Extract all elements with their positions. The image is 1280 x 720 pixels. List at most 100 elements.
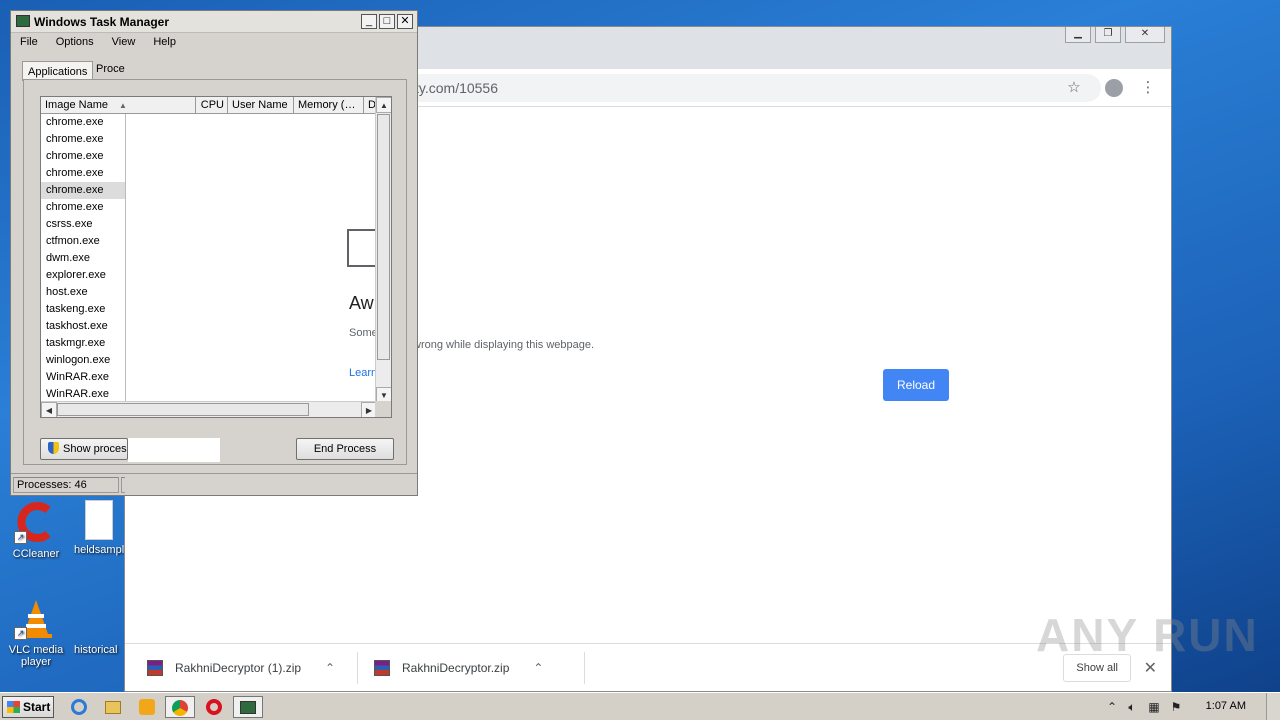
folder-icon (105, 701, 121, 714)
column-memory[interactable]: Memory (… (294, 97, 364, 114)
tray-expand-icon[interactable]: ⌃ (1104, 699, 1120, 715)
process-row[interactable]: chrome.exe (41, 182, 125, 199)
menu-view[interactable]: View (103, 34, 145, 52)
file-icon (85, 500, 113, 540)
process-row[interactable]: host.exe (41, 284, 125, 301)
more-menu-icon[interactable]: ⋮ (1139, 79, 1157, 97)
process-row[interactable]: taskeng.exe (41, 301, 125, 318)
status-bar: Processes: 46 (11, 473, 417, 495)
media-player-icon (139, 699, 155, 715)
tab-processes[interactable]: Proce (91, 59, 130, 79)
scroll-up-icon[interactable]: ▲ (376, 97, 391, 113)
process-row[interactable]: csrss.exe (41, 216, 125, 233)
column-user-name[interactable]: User Name (228, 97, 294, 114)
taskbar-chrome[interactable] (165, 696, 195, 718)
desktop-icon-heldsampl[interactable]: heldsampl (74, 500, 124, 556)
desktop-icon-label: historical (74, 644, 118, 656)
process-list[interactable]: Image Name ▲ CPU User Name Memory (… D c… (40, 96, 392, 418)
process-row[interactable]: chrome.exe (41, 114, 125, 131)
task-manager-titlebar: Windows Task Manager _ □ ✕ (11, 11, 417, 33)
process-row[interactable]: WinRAR.exe (41, 369, 125, 386)
action-center-flag-icon[interactable]: ⚑ (1168, 699, 1184, 715)
sort-up-icon: ▲ (119, 101, 127, 110)
occluding-blank (128, 438, 220, 462)
download-item[interactable]: RakhniDecryptor (1).zip ⌃ (147, 644, 335, 692)
download-item[interactable]: RakhniDecryptor.zip ⌃ (374, 644, 543, 692)
volume-icon[interactable]: 🔈︎ (1124, 699, 1140, 715)
minimize-button[interactable]: _ (361, 14, 377, 29)
winrar-zip-icon (147, 660, 163, 676)
process-row[interactable]: chrome.exe (41, 131, 125, 148)
end-process-button[interactable]: End Process (296, 438, 394, 460)
task-manager-window: Windows Task Manager _ □ ✕ File Options … (10, 10, 418, 496)
scrollbar-corner (375, 401, 391, 417)
column-divider (125, 114, 126, 404)
download-separator (357, 652, 358, 684)
process-row[interactable]: chrome.exe (41, 165, 125, 182)
window-controls: ▁ ❐ ✕ (1065, 27, 1165, 43)
column-cpu[interactable]: CPU (196, 97, 228, 114)
download-filename: RakhniDecryptor.zip (402, 661, 510, 675)
show-desktop-button[interactable] (1266, 693, 1280, 720)
desktop-icon-historical[interactable]: historical (74, 600, 124, 656)
menu-file[interactable]: File (11, 34, 47, 52)
download-shelf: RakhniDecryptor (1).zip ⌃ RakhniDecrypto… (125, 643, 1171, 691)
process-rows: chrome.exe chrome.exe chrome.exe chrome.exe… (41, 114, 125, 403)
chevron-up-icon[interactable]: ⌃ (533, 661, 543, 675)
process-row[interactable]: chrome.exe (41, 148, 125, 165)
list-header: Image Name ▲ CPU User Name Memory (… D (41, 97, 378, 114)
background-text: Learn (349, 367, 378, 379)
anyrun-watermark: ANY RUN (1036, 609, 1259, 661)
minimize-button[interactable]: ▁ (1065, 27, 1091, 43)
start-button[interactable]: Start (2, 696, 54, 718)
chevron-up-icon[interactable]: ⌃ (325, 661, 335, 675)
desktop-icon-label: CCleaner (12, 548, 60, 560)
tab-applications[interactable]: Applications (22, 61, 94, 81)
desktop-icon-vlc[interactable]: ↗ VLC media player (6, 596, 66, 668)
maximize-button[interactable]: □ (379, 14, 395, 29)
profile-avatar-icon[interactable] (1105, 79, 1123, 97)
tab-panel: Image Name ▲ CPU User Name Memory (… D c… (23, 79, 407, 465)
bookmark-star-icon[interactable]: ☆ (1065, 79, 1083, 97)
process-row[interactable]: chrome.exe (41, 199, 125, 216)
process-row[interactable]: ctfmon.exe (41, 233, 125, 250)
file-icon (85, 600, 113, 640)
system-tray: ⌃ 🔈︎ ▦ ⚑ 1:07 AM (1100, 693, 1280, 720)
horizontal-scrollbar[interactable]: ◀ ▶ (41, 401, 377, 417)
show-processes-button[interactable]: Show proces (40, 438, 128, 460)
error-text-end: nt wrong while displaying this webpage. (400, 339, 595, 351)
shield-icon (48, 442, 59, 454)
column-image-name[interactable]: Image Name ▲ (41, 97, 196, 114)
background-text: Aw (349, 293, 374, 313)
clock[interactable]: 1:07 AM (1206, 700, 1246, 712)
process-row[interactable]: taskmgr.exe (41, 335, 125, 352)
restore-button[interactable]: ❐ (1095, 27, 1121, 43)
vlc-cone-icon: ↗ (14, 596, 58, 640)
menu-help[interactable]: Help (144, 34, 185, 52)
process-row[interactable]: winlogon.exe (41, 352, 125, 369)
download-filename: RakhniDecryptor (1).zip (175, 661, 302, 675)
column-label: Image Name (45, 99, 108, 111)
vertical-scrollbar[interactable]: ▲ ▼ (375, 97, 391, 403)
taskbar-opera[interactable] (199, 696, 229, 718)
taskbar-media-player[interactable] (132, 696, 162, 718)
scroll-thumb[interactable] (57, 403, 309, 416)
taskbar-ie[interactable] (64, 696, 94, 718)
close-button[interactable]: ✕ (1125, 27, 1165, 43)
taskbar-explorer[interactable] (98, 696, 128, 718)
desktop-icon-ccleaner[interactable]: ↗ CCleaner (6, 500, 66, 560)
address-bar[interactable]: ty.com/10556 (395, 74, 1101, 102)
close-button[interactable]: ✕ (397, 14, 413, 29)
menu-options[interactable]: Options (47, 34, 103, 52)
process-row[interactable]: dwm.exe (41, 250, 125, 267)
process-row[interactable]: explorer.exe (41, 267, 125, 284)
menu-bar: File Options View Help (11, 34, 417, 52)
scroll-thumb[interactable] (377, 114, 390, 360)
scroll-left-icon[interactable]: ◀ (41, 402, 57, 417)
shortcut-arrow-icon: ↗ (14, 531, 27, 544)
reload-button[interactable]: Reload (883, 369, 949, 401)
taskbar-task-manager[interactable] (233, 696, 263, 718)
process-row[interactable]: taskhost.exe (41, 318, 125, 335)
desktop-icon-label: VLC media player (8, 644, 64, 668)
network-icon[interactable]: ▦ (1146, 699, 1162, 715)
